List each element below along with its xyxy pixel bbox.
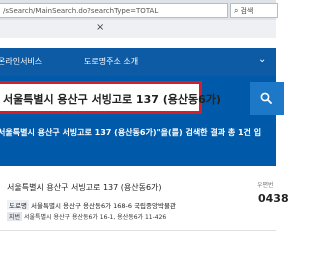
main-nav: 온라인서비스 도로명주소 소개 ⌄	[0, 48, 276, 76]
result-road-address: 도로명 서울특별시 용산구 용산동6가 168-6 국립중앙박물관	[7, 200, 176, 210]
search-input[interactable]: 서울특별시 용산구 서빙고로 137 (용산동6가)	[0, 81, 221, 114]
search-query-text: 서울특별시 용산구 서빙고로 137 (용산동6가)	[3, 93, 221, 106]
divider	[0, 230, 276, 231]
jibun-tag: 지번	[7, 212, 23, 221]
nav-item-road-address-intro[interactable]: 도로명주소 소개	[84, 48, 138, 76]
browser-chrome: /sSearch/MainSearch.do?searchType=TOTAL …	[0, 0, 278, 38]
zip-label: 우편번	[257, 182, 274, 189]
browser-search-placeholder: 검색	[240, 7, 254, 15]
result-summary: 서울특별시 용산구 서빙고로 137 (용산동6가)"을(를) 검색한 결과 총…	[0, 128, 262, 137]
close-icon[interactable]: ×	[96, 22, 104, 34]
nav-item-online-service[interactable]: 온라인서비스	[0, 48, 42, 76]
chevron-down-icon[interactable]: ⌄	[258, 53, 272, 67]
tab-strip	[0, 20, 276, 38]
jibun-address-text: 서울특별시 용산구 용산동6가 16-1, 용산동6가 11-426	[23, 214, 167, 221]
search-button[interactable]	[250, 82, 284, 115]
search-icon: ⌕	[234, 6, 239, 15]
browser-search-field[interactable]: ⌕ 검색	[230, 3, 278, 18]
search-icon	[260, 92, 272, 104]
road-address-tag: 도로명	[7, 200, 29, 210]
result-card: 서울특별시 용산구 서빙고로 137 (용산동6가) 도로명 서울특별시 용산구…	[0, 166, 289, 260]
zip-code: 0438	[258, 192, 289, 205]
result-title[interactable]: 서울특별시 용산구 서빙고로 137 (용산동6가)	[7, 182, 162, 193]
address-bar[interactable]: /sSearch/MainSearch.do?searchType=TOTAL	[0, 3, 228, 18]
road-address-text: 서울특별시 용산구 용산동6가 168-6 국립중앙박물관	[31, 202, 176, 210]
result-jibun-address: 지번 서울특별시 용산구 용산동6가 16-1, 용산동6가 11-426	[7, 212, 166, 221]
